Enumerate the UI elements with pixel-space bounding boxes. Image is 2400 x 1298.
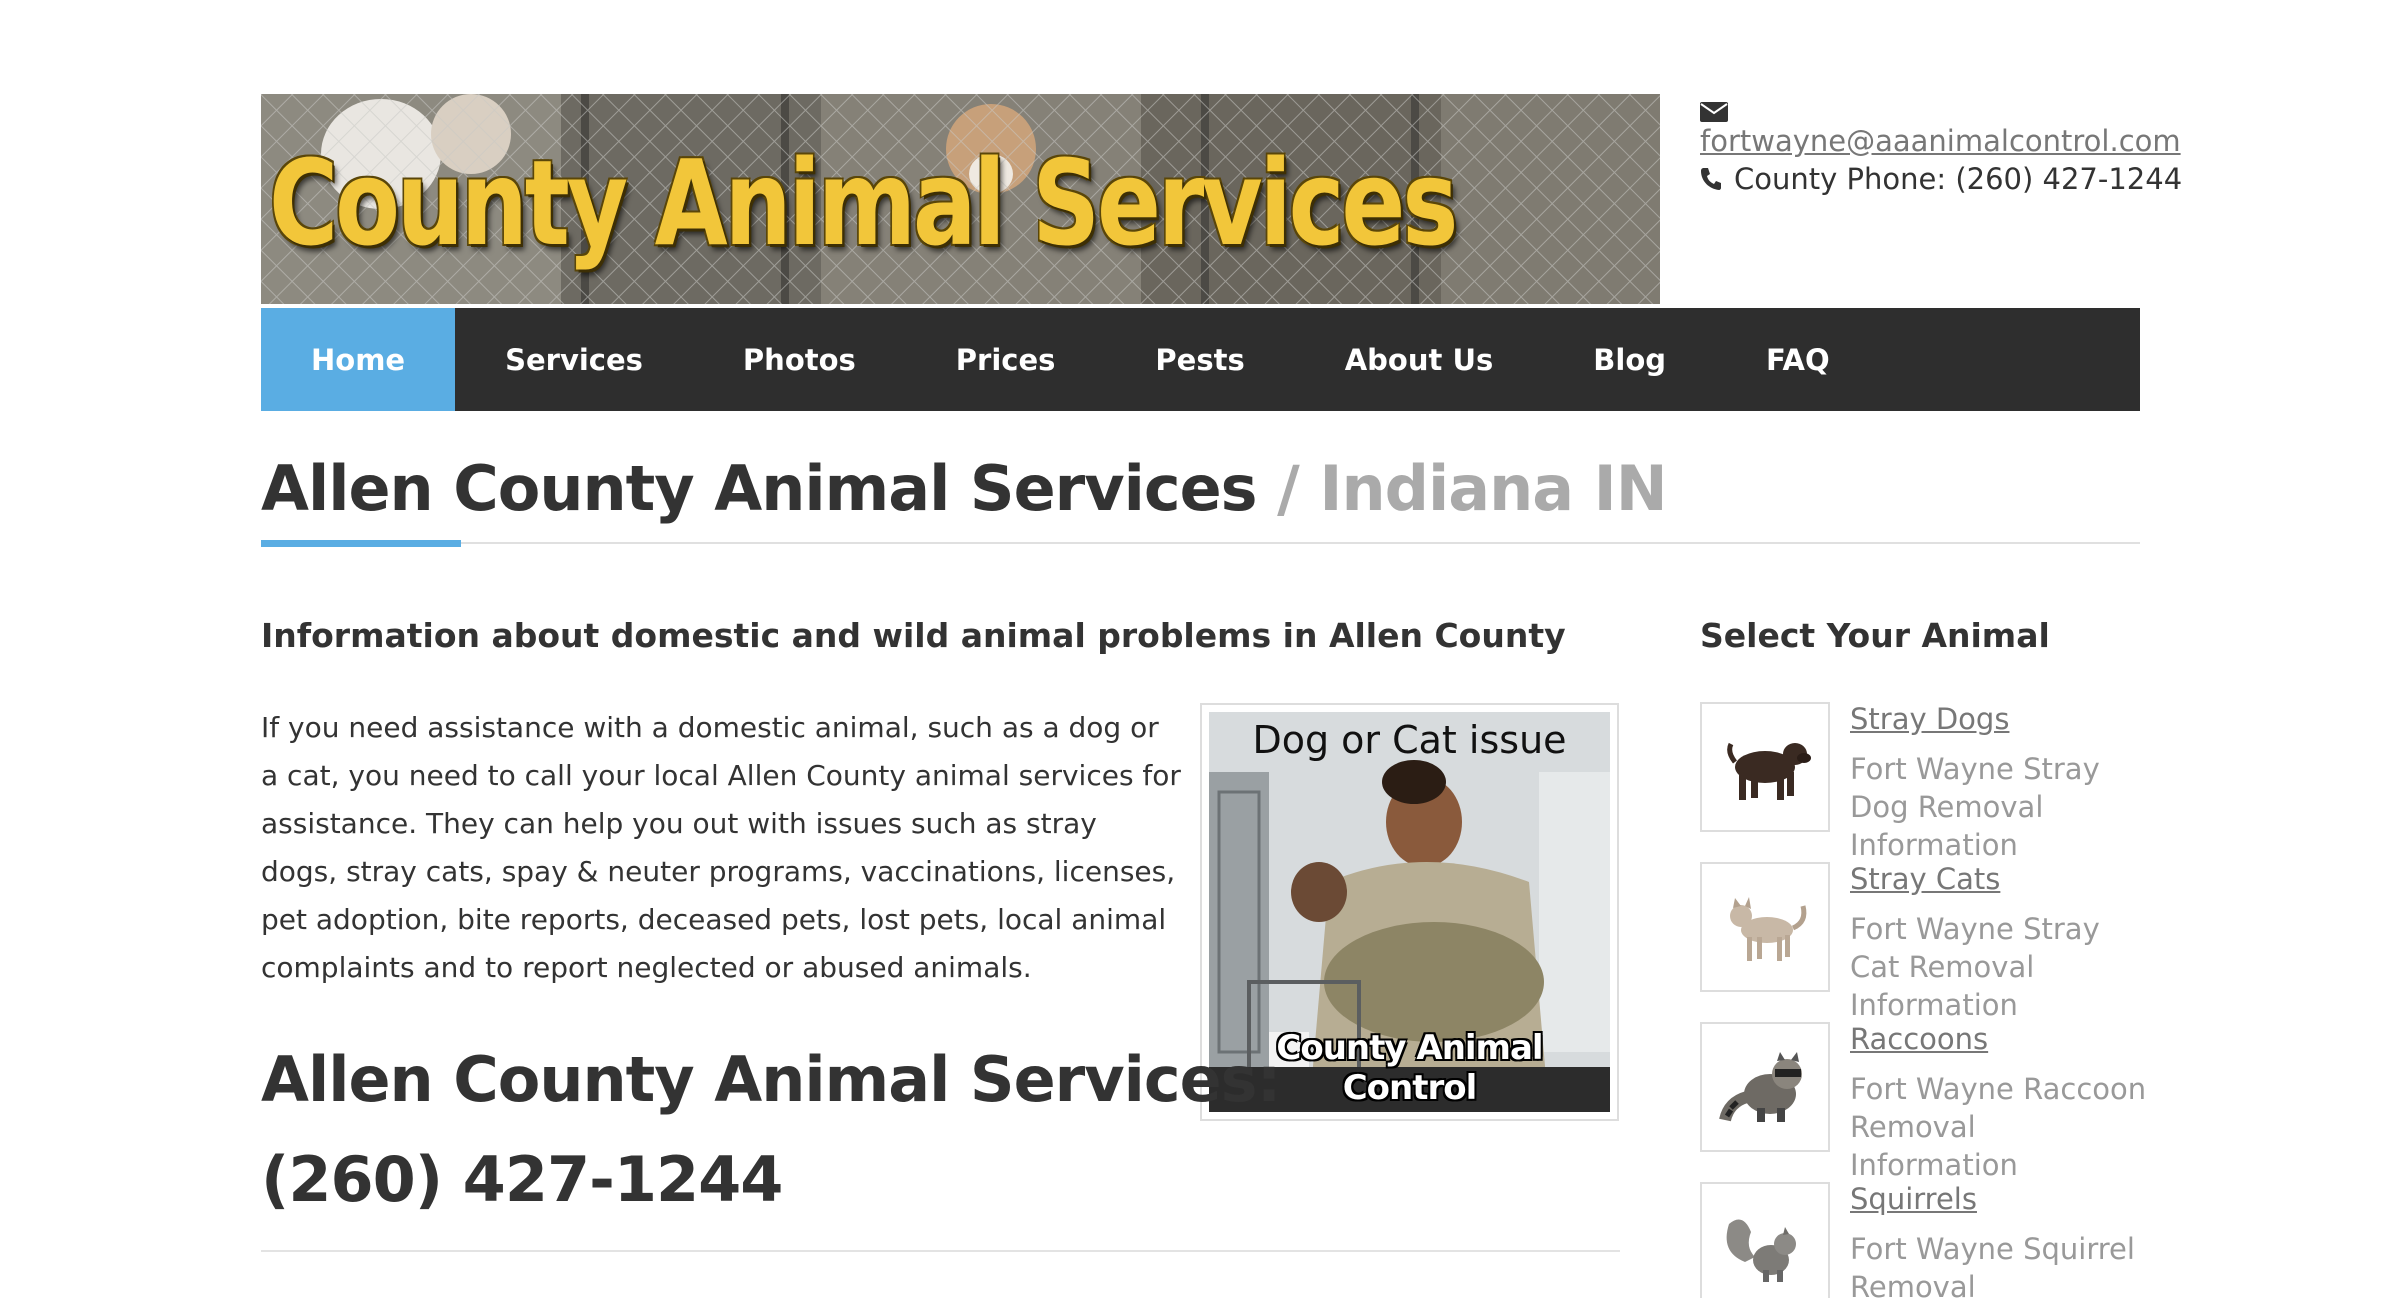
sidebar-heading: Select Your Animal [1700,616,2050,655]
animal-item-squirrels: Squirrels Fort Wayne Squirrel Removal In… [1700,1182,2140,1298]
callout-title: Allen County Animal Services: [261,1043,1281,1116]
banner-title: County Animal Services [269,134,1458,272]
animal-item-stray-dogs: Stray Dogs Fort Wayne Stray Dog Removal … [1700,702,2140,862]
animal-link-squirrels[interactable]: Squirrels [1850,1182,1977,1216]
nav-item-prices[interactable]: Prices [906,308,1106,411]
envelope-icon [1700,102,1728,122]
animal-desc-squirrels: Fort Wayne Squirrel Removal Information [1850,1232,2135,1298]
page-title-sub: / Indiana IN [1256,452,1667,525]
animal-item-raccoons: Raccoons Fort Wayne Raccoon Removal Info… [1700,1022,2146,1182]
email-link-row: fortwayne@aaanimalcontrol.com [1700,122,2182,160]
title-divider [261,542,2140,544]
nav-item-about-us[interactable]: About Us [1295,308,1544,411]
phone-text: County Phone: (260) 427-1244 [1734,162,2183,196]
intro-paragraph: If you need assistance with a domestic a… [261,711,1181,984]
nav-item-blog[interactable]: Blog [1543,308,1716,411]
dog-icon[interactable] [1700,702,1830,832]
contact-block: fortwayne@aaanimalcontrol.com County Pho… [1700,96,2182,198]
phone-row: County Phone: (260) 427-1244 [1700,160,2182,198]
nav-item-faq[interactable]: FAQ [1716,308,1880,411]
nav-item-services[interactable]: Services [455,308,693,411]
animal-list: Stray Dogs Fort Wayne Stray Dog Removal … [1700,702,2146,1298]
page-title: Allen County Animal Services / Indiana I… [261,452,1668,525]
squirrel-icon[interactable] [1700,1182,1830,1298]
animal-desc-stray-dogs: Fort Wayne Stray Dog Removal Information [1850,752,2100,862]
figure-top-caption: Dog or Cat issue [1252,718,1567,762]
site-banner[interactable]: County Animal Services [261,94,1660,304]
nav-item-home[interactable]: Home [261,308,456,411]
email-row [1700,96,2182,122]
animal-link-raccoons[interactable]: Raccoons [1850,1022,1988,1056]
nav-item-pests[interactable]: Pests [1105,308,1294,411]
animal-desc-raccoons: Fort Wayne Raccoon Removal Information [1850,1072,2147,1182]
intro-heading: Information about domestic and wild anim… [261,616,1566,655]
page-title-main: Allen County Animal Services [261,452,1258,525]
animal-link-stray-cats[interactable]: Stray Cats [1850,862,2000,896]
page: County Animal Services fortwayne@aaanima… [0,0,2400,1298]
phone-icon [1701,168,1721,190]
main-nav: Home Services Photos Prices Pests About … [261,308,2140,411]
nav-item-photos[interactable]: Photos [693,308,906,411]
animal-desc-stray-cats: Fort Wayne Stray Cat Removal Information [1850,912,2100,1022]
animal-item-stray-cats: Stray Cats Fort Wayne Stray Cat Removal … [1700,862,2140,1022]
title-accent-bar [261,540,461,547]
callout-phone: (260) 427-1244 [261,1143,783,1216]
content-divider [261,1250,1620,1252]
animal-link-stray-dogs[interactable]: Stray Dogs [1850,702,2009,736]
raccoon-icon[interactable] [1700,1022,1830,1152]
cat-icon[interactable] [1700,862,1830,992]
email-link[interactable]: fortwayne@aaanimalcontrol.com [1700,122,2181,160]
phone-callout: Allen County Animal Services: (260) 427-… [261,1030,1281,1230]
